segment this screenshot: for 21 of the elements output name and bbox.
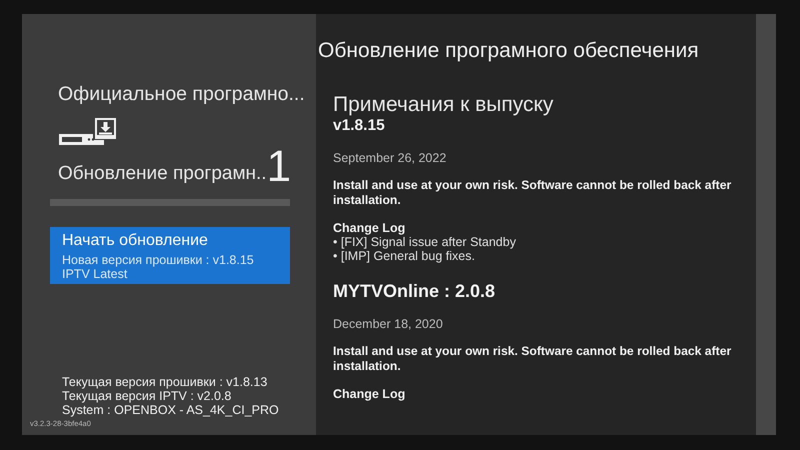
change-log-item: • [IMP] General bug fixes. [333, 249, 476, 263]
scrollbar[interactable] [756, 14, 776, 435]
update-label: Обновление програмн.. [58, 163, 267, 186]
release-version: v1.8.15 [333, 117, 386, 135]
release-warning: Install and use at your own risk. Software cannot be rolled back after installation. [333, 344, 732, 374]
change-log-title: Change Log [333, 387, 406, 401]
version-info: System : OPENBOX - AS_4K_CI_PRO [62, 403, 280, 417]
version-info: Текущая версия прошивки : v1.8.13 [62, 375, 268, 389]
release-date: December 18, 2020 [333, 317, 444, 331]
panel-title: Официальное програмно... [58, 82, 305, 107]
set-top-box-download-icon [58, 117, 118, 146]
page-title: Обновление програмного обеспечения [318, 39, 700, 63]
notes-heading: Примечания к выпуску [333, 93, 554, 117]
release-date: September 26, 2022 [333, 151, 448, 165]
start-update-button[interactable]: Начать обновление Новая версия прошивки : v1.8.15 IPTV Latest [50, 227, 290, 284]
update-count: 1 [266, 145, 292, 190]
change-log-title: Change Log [333, 221, 406, 235]
change-log-item: • [FIX] Signal issue after Standby [333, 235, 517, 249]
release-version: MYTVOnline : 2.0.8 [333, 281, 496, 302]
release-warning: Install and use at your own risk. Software cannot be rolled back after installation. [333, 178, 732, 208]
version-info: Текущая версия IPTV : v2.0.8 [62, 389, 232, 403]
